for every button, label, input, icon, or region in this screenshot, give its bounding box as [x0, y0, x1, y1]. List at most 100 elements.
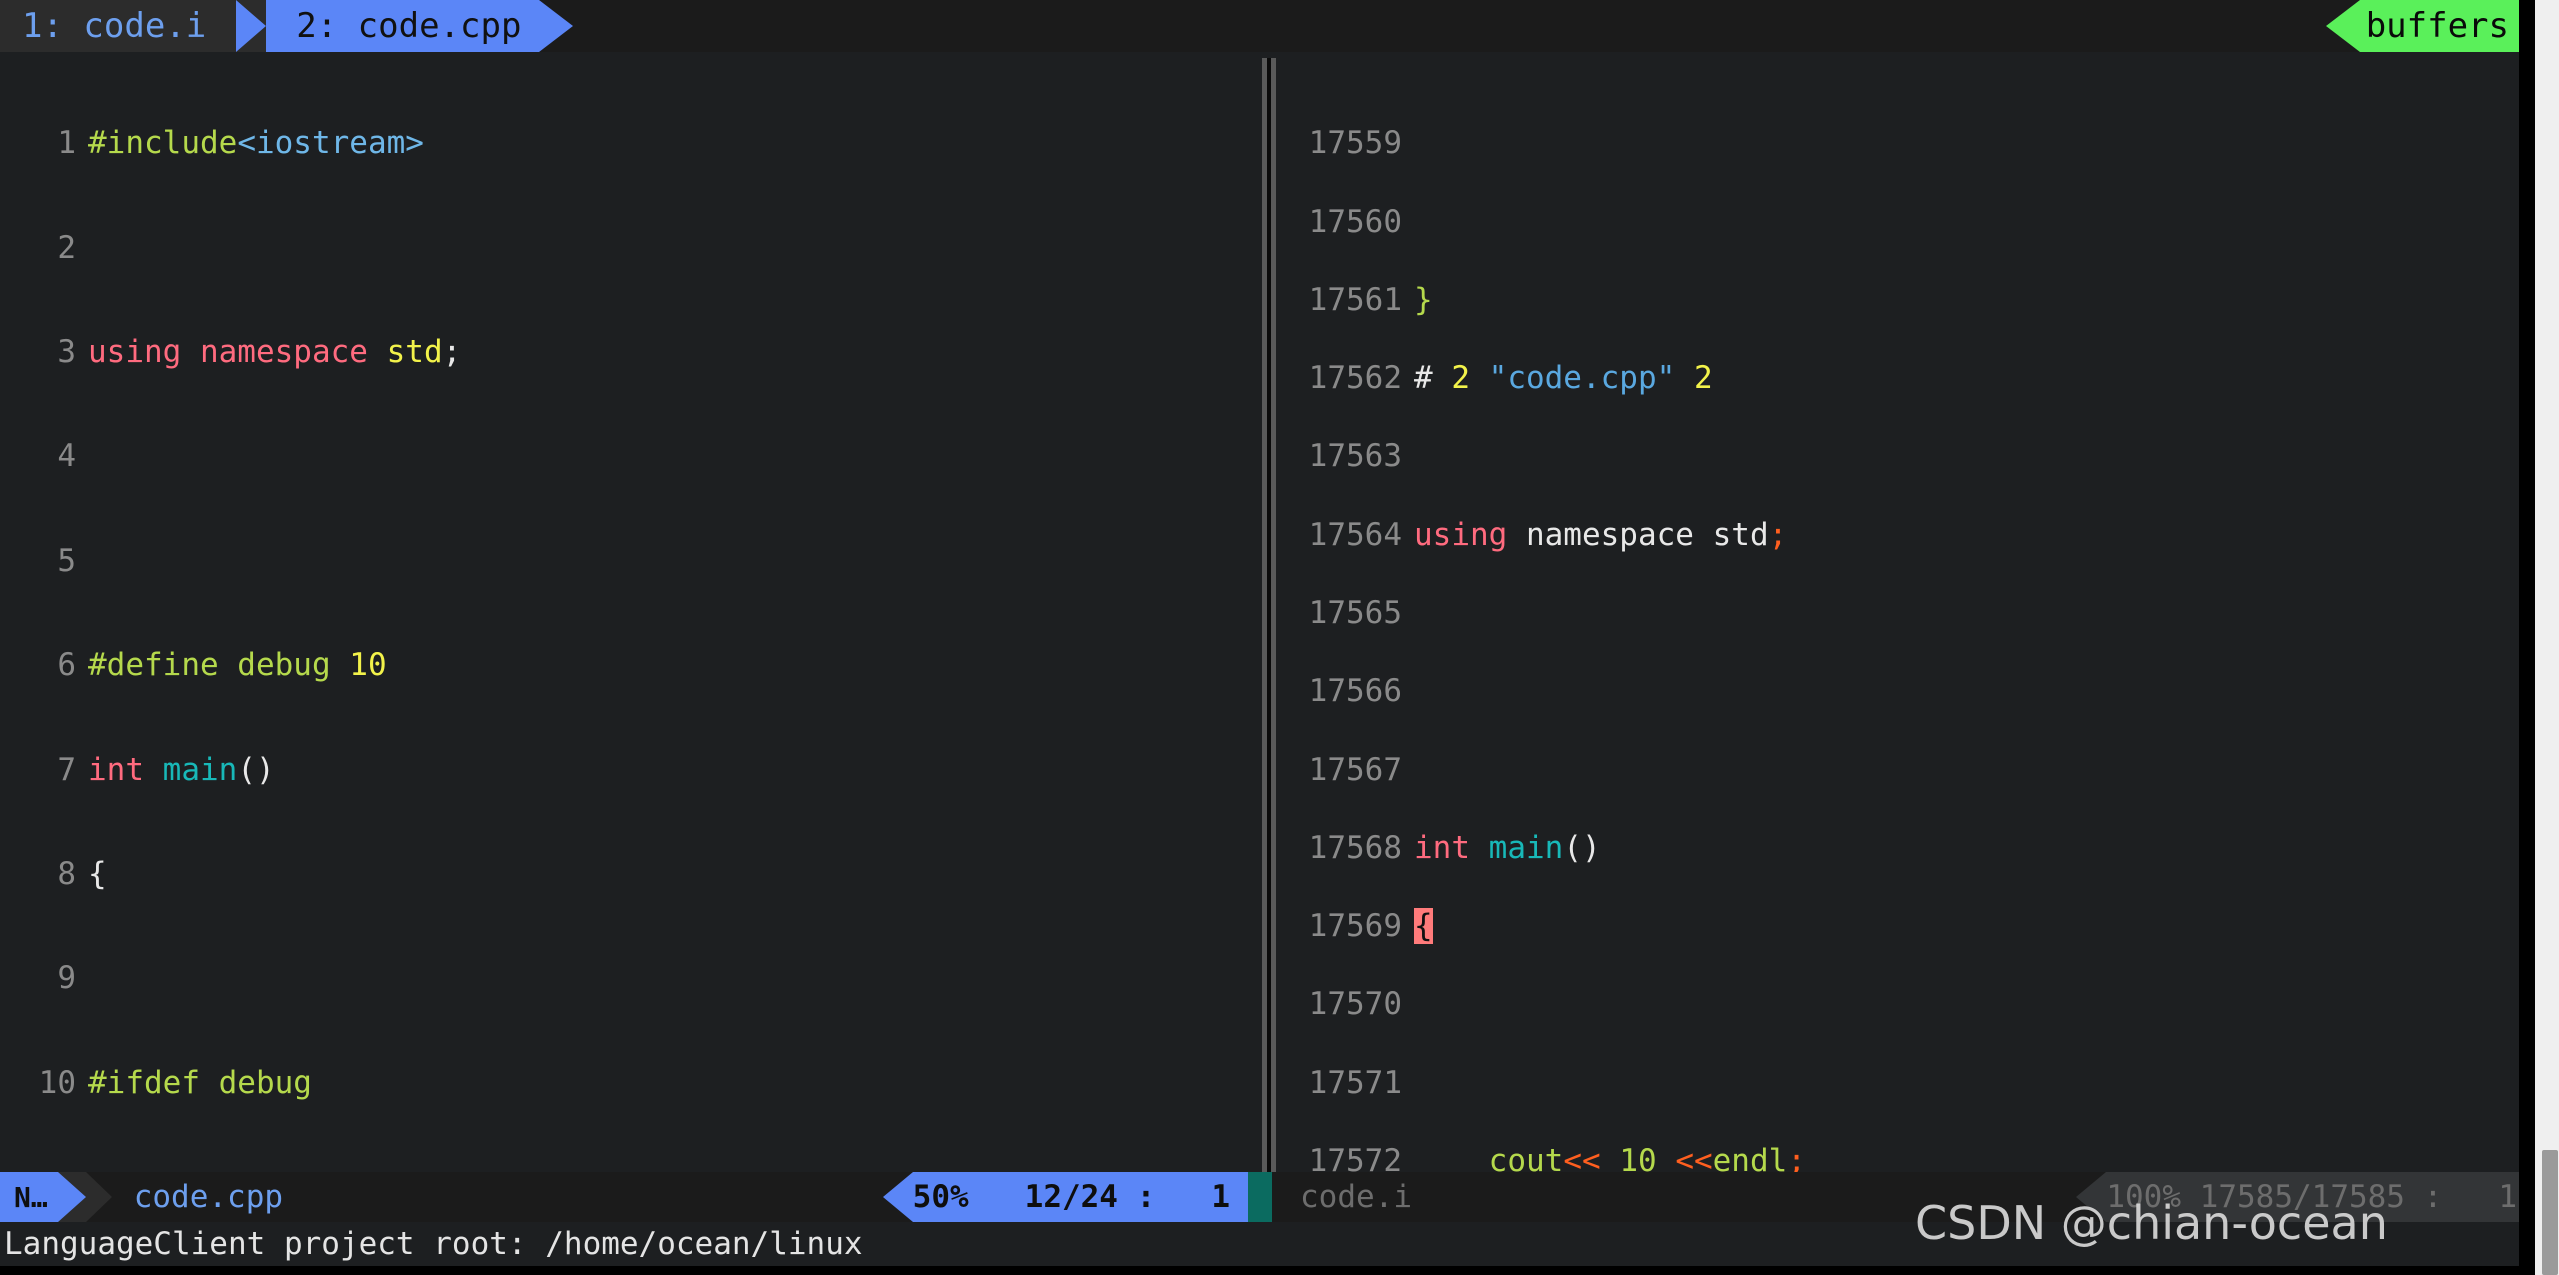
code-line[interactable]: 3 using namespace std;: [0, 334, 1255, 371]
line-number: 3: [57, 334, 76, 371]
line-number: 17568: [1308, 829, 1402, 866]
tab-code-i[interactable]: 1: code.i: [0, 0, 237, 52]
code-line[interactable]: 4: [0, 438, 1255, 475]
editor-panes: 1 #include<iostream> 2 3 using namespace s…: [0, 52, 2535, 1172]
column-position: 1: [1211, 1179, 1230, 1215]
position-arrow-icon: [882, 1172, 913, 1222]
position-sep-gap: [2405, 1179, 2424, 1215]
code-line[interactable]: 1 #include<iostream>: [0, 125, 1255, 162]
line-number: 17563: [1308, 438, 1402, 475]
code-line[interactable]: 5: [0, 542, 1255, 579]
matching-brace-highlight: {: [1414, 908, 1433, 945]
position-sep-gap: [1118, 1179, 1137, 1215]
position-separator: :: [2423, 1179, 2443, 1215]
vim-window: 1: code.i 2: code.cpp buffers 1 #include<…: [0, 0, 2535, 1275]
line-number: 8: [57, 855, 76, 892]
code-line[interactable]: 17569 {: [1276, 908, 2535, 945]
column-gap: [1155, 1179, 1211, 1215]
line-number: 4: [57, 438, 76, 475]
code-line[interactable]: 17567: [1276, 751, 2535, 788]
scrollbar-thumb[interactable]: [1267, 58, 1271, 1172]
command-line-message[interactable]: LanguageClient project root: /home/ocean…: [0, 1222, 2535, 1266]
editor-pane-left[interactable]: 1 #include<iostream> 2 3 using namespace s…: [0, 52, 1255, 1172]
column-position: 1: [2498, 1179, 2517, 1215]
line-number: 17569: [1308, 908, 1402, 945]
line-number: 17565: [1308, 594, 1402, 631]
tab-code-cpp[interactable]: 2: code.cpp: [266, 0, 540, 52]
statusline-right: code.i 100% 17585/17585 : 1: [1262, 1172, 2535, 1222]
code-line[interactable]: 7 int main(): [0, 751, 1255, 788]
line-number: 10: [38, 1064, 76, 1101]
code-line[interactable]: 6 #define debug 10: [0, 647, 1255, 684]
code-line[interactable]: 17561}: [1276, 281, 2535, 318]
tabline-filler: [573, 0, 2326, 52]
window-scrollbar[interactable]: [2535, 0, 2559, 1275]
line-number: 17561: [1308, 281, 1402, 318]
code-line[interactable]: 17565: [1276, 594, 2535, 631]
code-line[interactable]: 17563: [1276, 438, 2535, 475]
statusline-position-inactive: 100% 17585/17585 : 1: [2106, 1172, 2535, 1222]
code-line[interactable]: 17559: [1276, 125, 2535, 162]
code-line[interactable]: 17566: [1276, 676, 2535, 707]
vertical-scrollbar[interactable]: [1262, 58, 1276, 1172]
statusline-filename-inactive: code.i: [1300, 1179, 1412, 1215]
editor-pane-right[interactable]: 17559 17560 17561} 17562 # 2 "code.cpp" 2…: [1262, 52, 2535, 1172]
mode-indicator: N…: [0, 1172, 58, 1222]
line-number: 17571: [1308, 1064, 1402, 1101]
code-line[interactable]: 8{: [0, 855, 1255, 892]
tab-separator-arrow-icon: [236, 0, 267, 52]
column-gap: [2442, 1179, 2498, 1215]
code-line[interactable]: 17562 # 2 "code.cpp" 2: [1276, 360, 2535, 397]
line-number: 17562: [1308, 360, 1402, 397]
line-number: 17570: [1308, 986, 1402, 1023]
scroll-percent: 50%: [912, 1179, 969, 1215]
line-number: 17564: [1308, 516, 1402, 553]
mode-arrow-icon: [57, 1172, 86, 1222]
code-line[interactable]: 17560: [1276, 203, 2535, 240]
statusline-filename: code.cpp: [133, 1179, 284, 1215]
line-position: 17585/17585: [2199, 1179, 2405, 1215]
window-scrollbar-thumb[interactable]: [2542, 1150, 2558, 1275]
tab-code-i-number: 1:: [22, 6, 63, 46]
statusline-start-accent: [1262, 1172, 1272, 1222]
position-gap: [969, 1179, 1025, 1215]
code-line[interactable]: 17571: [1276, 1064, 2535, 1101]
code-line[interactable]: 10 #ifdef debug: [0, 1064, 1255, 1101]
statusline-left: N… code.cpp 50% 12/24 : 1: [0, 1172, 1262, 1222]
code-buffer-code-cpp[interactable]: 1 #include<iostream> 2 3 using namespace s…: [0, 52, 1255, 1172]
buffers-arrow-icon: [2325, 0, 2360, 52]
line-number: 17559: [1308, 125, 1402, 162]
tab-code-cpp-label: code.cpp: [337, 6, 522, 46]
scroll-percent: 100%: [2106, 1179, 2181, 1215]
mode-arrow-outer-icon: [85, 1172, 112, 1222]
line-number: 5: [57, 542, 76, 579]
statusline-position: 50% 12/24 : 1: [912, 1172, 1248, 1222]
line-number: 9: [57, 960, 76, 997]
tab-code-cpp-number: 2:: [296, 6, 338, 46]
window-right-black-gap: [2519, 0, 2535, 1275]
position-gap: [2181, 1179, 2200, 1215]
tab-active-arrow-icon: [539, 0, 574, 52]
line-number: 1: [57, 125, 76, 162]
tab-code-i-label: code.i: [62, 6, 207, 46]
code-buffer-code-i[interactable]: 17559 17560 17561} 17562 # 2 "code.cpp" 2…: [1276, 52, 2535, 1172]
line-position: 12/24: [1024, 1179, 1118, 1215]
line-number: 2: [57, 229, 76, 266]
position-arrow-icon: [2076, 1172, 2107, 1222]
code-line[interactable]: 17572 cout<< 10 <<endl;: [1276, 1142, 2535, 1172]
code-line[interactable]: 2: [0, 229, 1255, 266]
bottom-black-border: [0, 1266, 2519, 1275]
buffers-label[interactable]: buffers: [2359, 0, 2535, 52]
line-number: 17560: [1308, 203, 1402, 240]
line-number: 7: [57, 751, 76, 788]
code-line[interactable]: 17570: [1276, 986, 2535, 1023]
code-line[interactable]: 9: [0, 960, 1255, 997]
line-number: 17572: [1308, 1142, 1402, 1172]
pane-divider: [1255, 52, 1262, 1172]
line-number: 6: [57, 647, 76, 684]
code-line[interactable]: 17568 int main(): [1276, 829, 2535, 866]
line-number: 17567: [1308, 751, 1402, 788]
position-separator: :: [1136, 1179, 1156, 1215]
code-line[interactable]: 17564 using namespace std;: [1276, 516, 2535, 553]
statusline-end-accent: [1248, 1172, 1262, 1222]
